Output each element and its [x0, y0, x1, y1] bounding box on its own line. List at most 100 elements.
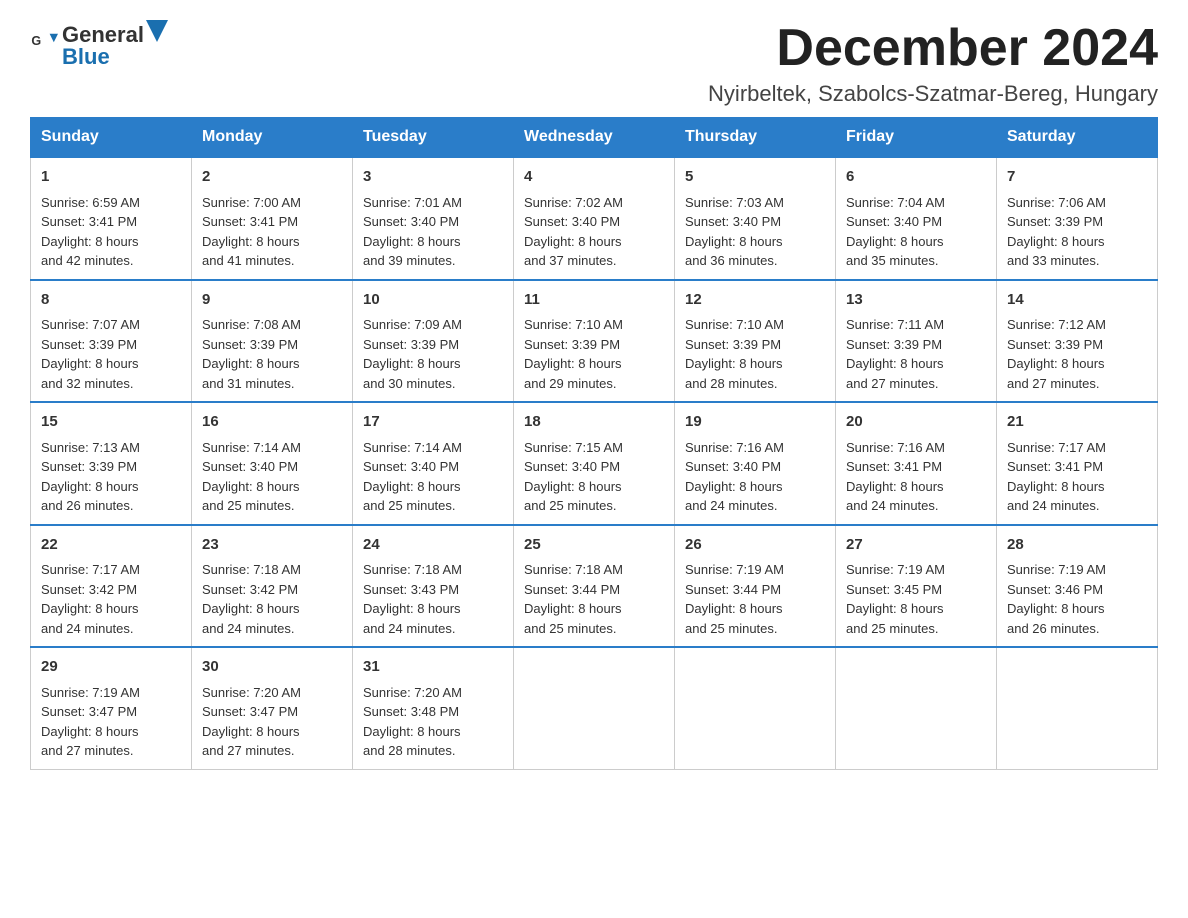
calendar-cell: 10Sunrise: 7:09 AMSunset: 3:39 PMDayligh… — [353, 280, 514, 403]
calendar-cell: 22 Sunrise: 7:17 AMSunset: 3:42 PMDayligh… — [31, 525, 192, 648]
calendar-cell: 7 Sunrise: 7:06 AMSunset: 3:39 PMDaylight… — [997, 157, 1158, 280]
day-info: Sunrise: 7:15 AMSunset: 3:40 PMDaylight:… — [524, 438, 664, 516]
day-number: 7 — [1007, 166, 1147, 189]
header-sunday: Sunday — [31, 118, 192, 158]
calendar-cell: 28 Sunrise: 7:19 AMSunset: 3:46 PMDayligh… — [997, 525, 1158, 648]
day-info: Sunrise: 7:08 AMSunset: 3:39 PMDaylight:… — [202, 315, 342, 393]
calendar-cell — [675, 647, 836, 769]
calendar-cell: 12Sunrise: 7:10 AMSunset: 3:39 PMDayligh… — [675, 280, 836, 403]
day-info: Sunrise: 7:07 AMSunset: 3:39 PMDaylight:… — [41, 315, 181, 393]
calendar-cell — [997, 647, 1158, 769]
header-tuesday: Tuesday — [353, 118, 514, 158]
calendar-cell: 18 Sunrise: 7:15 AMSunset: 3:40 PMDayligh… — [514, 402, 675, 525]
day-info: Sunrise: 7:14 AMSunset: 3:40 PMDaylight:… — [363, 438, 503, 516]
calendar-cell: 1 Sunrise: 6:59 AMSunset: 3:41 PMDaylight… — [31, 157, 192, 280]
day-info: Sunrise: 7:12 AMSunset: 3:39 PMDaylight:… — [1007, 315, 1147, 393]
day-info: Sunrise: 7:20 AMSunset: 3:47 PMDaylight:… — [202, 683, 342, 761]
day-info: Sunrise: 7:00 AMSunset: 3:41 PMDaylight:… — [202, 193, 342, 271]
month-title: December 2024 — [708, 20, 1158, 77]
day-number: 30 — [202, 656, 342, 679]
day-number: 13 — [846, 289, 986, 312]
week-row-1: 1 Sunrise: 6:59 AMSunset: 3:41 PMDaylight… — [31, 157, 1158, 280]
calendar-cell: 13Sunrise: 7:11 AMSunset: 3:39 PMDayligh… — [836, 280, 997, 403]
calendar-cell: 6 Sunrise: 7:04 AMSunset: 3:40 PMDaylight… — [836, 157, 997, 280]
day-info: Sunrise: 7:04 AMSunset: 3:40 PMDaylight:… — [846, 193, 986, 271]
calendar-cell: 24 Sunrise: 7:18 AMSunset: 3:43 PMDayligh… — [353, 525, 514, 648]
day-info: Sunrise: 7:09 AMSunset: 3:39 PMDaylight:… — [363, 315, 503, 393]
day-info: Sunrise: 7:13 AMSunset: 3:39 PMDaylight:… — [41, 438, 181, 516]
calendar-cell: 5Sunrise: 7:03 AMSunset: 3:40 PMDaylight… — [675, 157, 836, 280]
day-info: Sunrise: 7:16 AMSunset: 3:41 PMDaylight:… — [846, 438, 986, 516]
day-info: Sunrise: 7:10 AMSunset: 3:39 PMDaylight:… — [685, 315, 825, 393]
calendar-cell: 21Sunrise: 7:17 AMSunset: 3:41 PMDayligh… — [997, 402, 1158, 525]
logo-icon: G — [30, 31, 58, 59]
day-number: 18 — [524, 411, 664, 434]
day-info: Sunrise: 7:17 AMSunset: 3:42 PMDaylight:… — [41, 560, 181, 638]
calendar-table: SundayMondayTuesdayWednesdayThursdayFrid… — [30, 117, 1158, 770]
day-number: 2 — [202, 166, 342, 189]
day-number: 15 — [41, 411, 181, 434]
calendar-cell: 23Sunrise: 7:18 AMSunset: 3:42 PMDayligh… — [192, 525, 353, 648]
day-info: Sunrise: 7:18 AMSunset: 3:43 PMDaylight:… — [363, 560, 503, 638]
day-info: Sunrise: 7:18 AMSunset: 3:44 PMDaylight:… — [524, 560, 664, 638]
day-info: Sunrise: 7:19 AMSunset: 3:46 PMDaylight:… — [1007, 560, 1147, 638]
calendar-cell: 8Sunrise: 7:07 AMSunset: 3:39 PMDaylight… — [31, 280, 192, 403]
day-number: 4 — [524, 166, 664, 189]
day-info: Sunrise: 7:19 AMSunset: 3:44 PMDaylight:… — [685, 560, 825, 638]
calendar-cell: 17 Sunrise: 7:14 AMSunset: 3:40 PMDayligh… — [353, 402, 514, 525]
day-number: 25 — [524, 534, 664, 557]
day-info: Sunrise: 7:01 AMSunset: 3:40 PMDaylight:… — [363, 193, 503, 271]
title-block: December 2024 Nyirbeltek, Szabolcs-Szatm… — [708, 20, 1158, 107]
calendar-cell: 2 Sunrise: 7:00 AMSunset: 3:41 PMDaylight… — [192, 157, 353, 280]
week-row-3: 15 Sunrise: 7:13 AMSunset: 3:39 PMDayligh… — [31, 402, 1158, 525]
calendar-cell: 27Sunrise: 7:19 AMSunset: 3:45 PMDayligh… — [836, 525, 997, 648]
day-number: 5 — [685, 166, 825, 189]
calendar-cell: 19 Sunrise: 7:16 AMSunset: 3:40 PMDayligh… — [675, 402, 836, 525]
day-info: Sunrise: 6:59 AMSunset: 3:41 PMDaylight:… — [41, 193, 181, 271]
calendar-cell: 30 Sunrise: 7:20 AMSunset: 3:47 PMDayligh… — [192, 647, 353, 769]
day-info: Sunrise: 7:14 AMSunset: 3:40 PMDaylight:… — [202, 438, 342, 516]
day-number: 24 — [363, 534, 503, 557]
day-info: Sunrise: 7:18 AMSunset: 3:42 PMDaylight:… — [202, 560, 342, 638]
day-info: Sunrise: 7:10 AMSunset: 3:39 PMDaylight:… — [524, 315, 664, 393]
day-number: 11 — [524, 289, 664, 312]
svg-text:G: G — [31, 34, 41, 48]
calendar-cell: 3Sunrise: 7:01 AMSunset: 3:40 PMDaylight… — [353, 157, 514, 280]
day-info: Sunrise: 7:17 AMSunset: 3:41 PMDaylight:… — [1007, 438, 1147, 516]
day-number: 31 — [363, 656, 503, 679]
logo-arrow-icon — [146, 20, 168, 42]
calendar-cell: 25 Sunrise: 7:18 AMSunset: 3:44 PMDayligh… — [514, 525, 675, 648]
day-info: Sunrise: 7:20 AMSunset: 3:48 PMDaylight:… — [363, 683, 503, 761]
calendar-cell: 29 Sunrise: 7:19 AMSunset: 3:47 PMDayligh… — [31, 647, 192, 769]
day-info: Sunrise: 7:02 AMSunset: 3:40 PMDaylight:… — [524, 193, 664, 271]
header-saturday: Saturday — [997, 118, 1158, 158]
logo: G General Blue — [30, 20, 168, 70]
calendar-cell: 26 Sunrise: 7:19 AMSunset: 3:44 PMDayligh… — [675, 525, 836, 648]
day-info: Sunrise: 7:16 AMSunset: 3:40 PMDaylight:… — [685, 438, 825, 516]
calendar-cell: 11 Sunrise: 7:10 AMSunset: 3:39 PMDayligh… — [514, 280, 675, 403]
day-number: 19 — [685, 411, 825, 434]
day-number: 14 — [1007, 289, 1147, 312]
day-number: 22 — [41, 534, 181, 557]
day-number: 27 — [846, 534, 986, 557]
calendar-cell — [514, 647, 675, 769]
day-number: 17 — [363, 411, 503, 434]
location-title: Nyirbeltek, Szabolcs-Szatmar-Bereg, Hung… — [708, 81, 1158, 107]
header-wednesday: Wednesday — [514, 118, 675, 158]
page-header: G General Blue December 2024 Nyirbeltek,… — [30, 20, 1158, 107]
calendar-cell — [836, 647, 997, 769]
logo-blue-text: Blue — [62, 44, 110, 69]
day-number: 28 — [1007, 534, 1147, 557]
day-number: 1 — [41, 166, 181, 189]
day-number: 29 — [41, 656, 181, 679]
calendar-cell: 15 Sunrise: 7:13 AMSunset: 3:39 PMDayligh… — [31, 402, 192, 525]
day-number: 6 — [846, 166, 986, 189]
calendar-cell: 9Sunrise: 7:08 AMSunset: 3:39 PMDaylight… — [192, 280, 353, 403]
day-info: Sunrise: 7:19 AMSunset: 3:47 PMDaylight:… — [41, 683, 181, 761]
header-monday: Monday — [192, 118, 353, 158]
week-row-4: 22 Sunrise: 7:17 AMSunset: 3:42 PMDayligh… — [31, 525, 1158, 648]
day-number: 26 — [685, 534, 825, 557]
header-thursday: Thursday — [675, 118, 836, 158]
day-info: Sunrise: 7:06 AMSunset: 3:39 PMDaylight:… — [1007, 193, 1147, 271]
calendar-cell: 14 Sunrise: 7:12 AMSunset: 3:39 PMDayligh… — [997, 280, 1158, 403]
